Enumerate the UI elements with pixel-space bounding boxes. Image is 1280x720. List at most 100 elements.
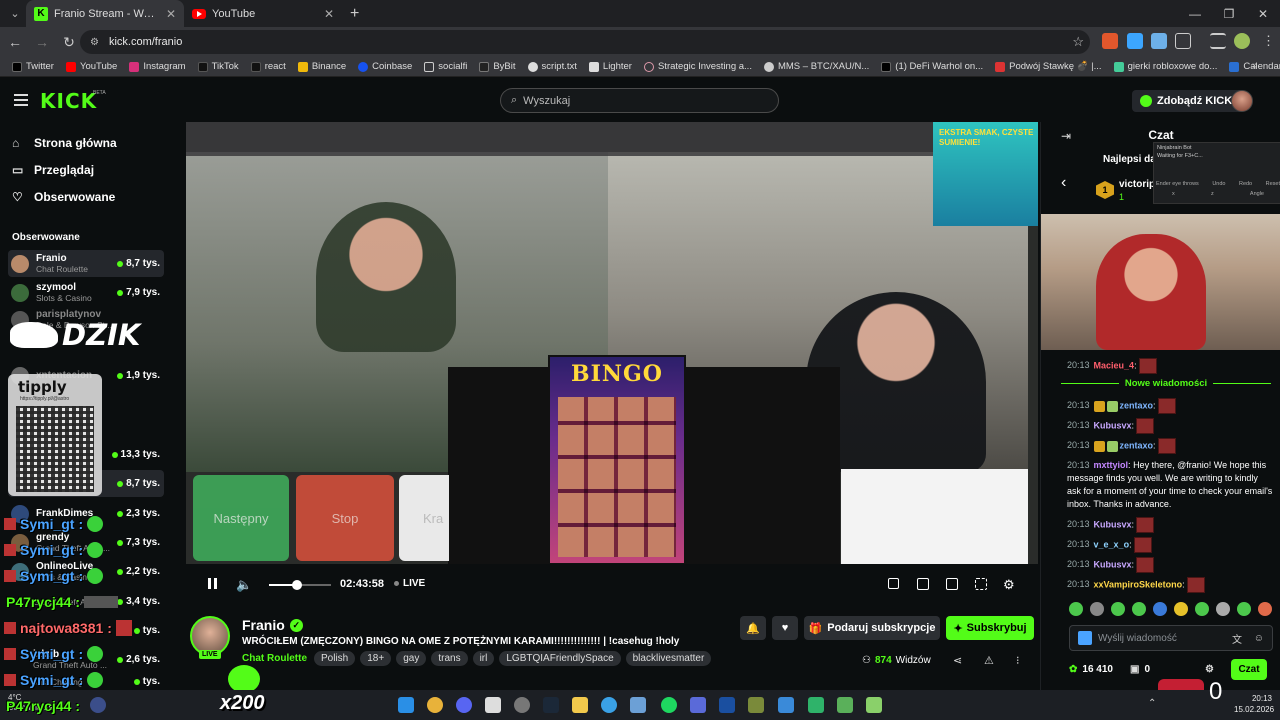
bookmark-instagram[interactable]: Instagram xyxy=(123,61,191,72)
bookmark-coinbase[interactable]: Coinbase xyxy=(352,61,418,72)
tag-chip[interactable]: Polish xyxy=(314,651,356,666)
get-kicks-button[interactable]: Zdobądź KICKs xyxy=(1132,90,1247,112)
extensions-puzzle-icon[interactable] xyxy=(1175,33,1191,49)
tab-search-chevron-icon[interactable]: ⌄ xyxy=(4,4,26,24)
emote-icon[interactable] xyxy=(1132,602,1146,616)
gift-subs-button[interactable]: 🎁 Podaruj subskrypcje xyxy=(804,616,940,640)
spotify-icon[interactable] xyxy=(661,697,677,713)
tag-chip[interactable]: LGBTQIAFriendlySpace xyxy=(499,651,621,666)
discord-icon[interactable] xyxy=(456,697,472,713)
clip-icon[interactable] xyxy=(946,578,958,590)
share-icon[interactable]: ⋖ xyxy=(953,654,962,667)
translate-icon[interactable]: 文 xyxy=(1232,631,1242,646)
channel-item[interactable]: Franio Chat Roulette 8,7 tys. xyxy=(8,250,164,277)
tab-franio[interactable]: K Franio Stream - Watch Live ✕ xyxy=(26,0,184,27)
subscribe-button[interactable]: ✦ Subskrybuj xyxy=(946,616,1034,640)
tag-chip[interactable]: blacklivesmatter xyxy=(625,651,712,666)
miniplayer-icon[interactable] xyxy=(888,578,899,589)
forward-icon[interactable]: → xyxy=(30,30,54,54)
theater-mode-icon[interactable] xyxy=(917,578,929,590)
site-info-icon[interactable]: ⚙ xyxy=(90,37,99,48)
emote-icon[interactable] xyxy=(1111,602,1125,616)
search-input[interactable]: ⌕ Wyszukaj xyxy=(500,88,779,113)
emote-icon[interactable] xyxy=(1090,602,1104,616)
tag-chip[interactable]: 18+ xyxy=(360,651,392,666)
gift-count[interactable]: 0 xyxy=(1144,664,1150,675)
emote-icon[interactable] xyxy=(1237,602,1251,616)
tag-chip[interactable]: trans xyxy=(431,651,468,666)
bookmark-twitter[interactable]: Twitter xyxy=(6,61,60,72)
nav-home[interactable]: ⌂ Strona główna xyxy=(0,129,172,156)
close-window-icon[interactable]: ✕ xyxy=(1246,0,1280,27)
report-warning-icon[interactable]: ⚠ xyxy=(984,654,994,667)
taskbar-app-icon[interactable] xyxy=(601,697,617,713)
minimize-icon[interactable]: — xyxy=(1178,0,1212,27)
tag-chip[interactable]: irl xyxy=(472,651,495,666)
channel-points[interactable]: 16 410 xyxy=(1082,664,1113,675)
bookmark-tiktok[interactable]: TikTok xyxy=(192,61,245,72)
bookmark-binance[interactable]: Binance xyxy=(292,61,352,72)
maximize-icon[interactable]: ❐ xyxy=(1212,0,1246,27)
emote-icon[interactable] xyxy=(1258,602,1272,616)
follow-heart-button[interactable]: ♥ xyxy=(772,616,798,640)
bookmark-script[interactable]: script.txt xyxy=(522,61,583,72)
chevron-left-icon[interactable]: ‹ xyxy=(1061,174,1066,192)
back-icon[interactable]: ← xyxy=(3,30,27,54)
close-tab-icon[interactable]: ✕ xyxy=(324,7,334,21)
chrome-icon[interactable] xyxy=(427,697,443,713)
profile-avatar-icon[interactable] xyxy=(1234,33,1250,49)
taskbar-app-icon[interactable] xyxy=(778,697,794,713)
nav-following[interactable]: ♡ Obserwowane xyxy=(0,183,172,210)
emote-icon[interactable] xyxy=(1216,602,1230,616)
emote-icon[interactable] xyxy=(1153,602,1167,616)
tray-chevron-icon[interactable]: ⌃ xyxy=(1148,698,1156,709)
windows-start-icon[interactable] xyxy=(398,697,414,713)
taskbar-clock[interactable]: 20:13 15.02.2026 xyxy=(1234,693,1274,715)
settings-gear-icon[interactable]: ⚙ xyxy=(1003,577,1015,593)
taskbar-app-icon[interactable] xyxy=(90,697,106,713)
extension-icon[interactable] xyxy=(1127,33,1143,49)
send-chat-button[interactable]: Czat xyxy=(1231,659,1267,680)
close-tab-icon[interactable]: ✕ xyxy=(166,7,176,21)
taskbar-app-icon[interactable] xyxy=(837,697,853,713)
extension-icon[interactable] xyxy=(1102,33,1118,49)
chat-settings-gear-icon[interactable]: ⚙ xyxy=(1205,664,1214,675)
tag-chip[interactable]: gay xyxy=(396,651,427,666)
category-link[interactable]: Chat Roulette xyxy=(242,653,307,664)
kick-logo[interactable]: KICK xyxy=(40,89,97,113)
video-player[interactable]: BINGO Następny Stop Kra EKSTRA SMAK, CZY… xyxy=(186,122,1038,564)
nav-browse[interactable]: ▭ Przeglądaj xyxy=(0,156,172,183)
bookmark-strategic[interactable]: Strategic Investing a... xyxy=(638,61,758,72)
translate-icon[interactable] xyxy=(1151,33,1167,49)
taskbar-app-icon[interactable] xyxy=(808,697,824,713)
channel-item[interactable]: szymool Slots & Casino 7,9 tys. xyxy=(8,279,164,306)
chat-badge-icon[interactable] xyxy=(1078,631,1092,645)
emote-icon[interactable] xyxy=(1069,602,1083,616)
more-options-icon[interactable]: ⁝ xyxy=(1016,654,1020,667)
file-explorer-icon[interactable] xyxy=(572,697,588,713)
taskbar-app-icon[interactable] xyxy=(866,697,882,713)
taskbar-app-icon[interactable] xyxy=(514,697,530,713)
user-avatar[interactable] xyxy=(1231,90,1253,112)
bookmark-folder-socialfi[interactable]: socialfi xyxy=(418,61,473,72)
more-bookmarks-icon[interactable]: » xyxy=(1252,60,1258,71)
url-field[interactable]: ⚙ kick.com/franio ☆ xyxy=(80,30,1090,54)
emoji-icon[interactable]: ☺ xyxy=(1254,633,1264,644)
reload-icon[interactable]: ↻ xyxy=(57,30,81,54)
taskbar-app-icon[interactable] xyxy=(485,697,501,713)
bookmark-bybit[interactable]: ByBit xyxy=(473,61,521,72)
live-indicator[interactable]: LIVE xyxy=(394,578,425,589)
hamburger-menu-icon[interactable] xyxy=(14,94,28,106)
volume-icon[interactable]: 🔈 xyxy=(236,577,252,593)
taskbar-app-icon[interactable] xyxy=(719,697,735,713)
volume-knob[interactable] xyxy=(291,580,302,590)
pause-icon[interactable] xyxy=(208,577,217,592)
bookmark-defi[interactable]: (1) DeFi Warhol on... xyxy=(875,61,989,72)
bookmark-react[interactable]: react xyxy=(245,61,292,72)
steam-icon[interactable] xyxy=(543,697,559,713)
new-tab-plus-icon[interactable]: + xyxy=(350,5,359,23)
emote-icon[interactable] xyxy=(1195,602,1209,616)
tab-youtube[interactable]: YouTube ✕ xyxy=(184,0,342,27)
streamer-name[interactable]: Franio ✓ xyxy=(242,617,303,633)
taskbar-app-icon[interactable] xyxy=(630,697,646,713)
